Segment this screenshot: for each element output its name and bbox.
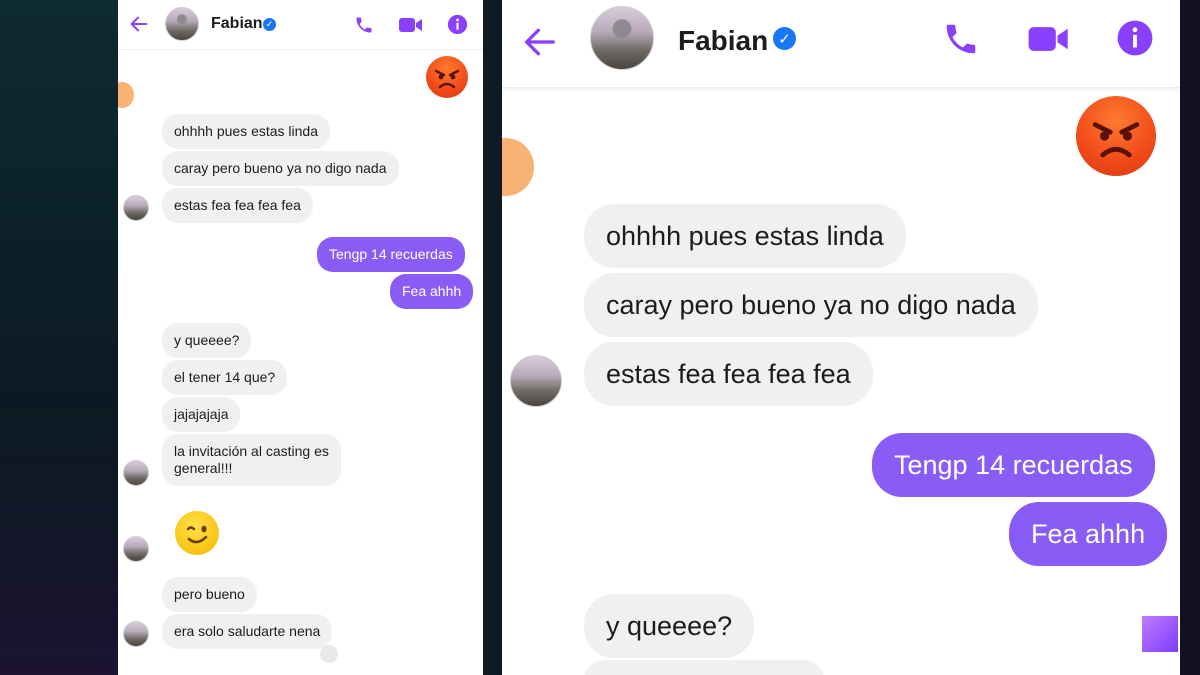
chat-screenshot-zoomed: Fabian ✓ ohhhh pues estas linda caray pe…: [502, 0, 1180, 675]
background-right: [1180, 0, 1200, 675]
info-icon[interactable]: [447, 14, 468, 40]
message-bubble: y queeee?: [584, 594, 755, 658]
phone-icon[interactable]: [354, 15, 374, 40]
contact-name[interactable]: Fabian: [678, 25, 768, 57]
avatar[interactable]: [165, 7, 199, 41]
message-bubble: pero bueno: [162, 577, 257, 612]
cropped-avatar: [502, 138, 534, 196]
phone-icon[interactable]: [942, 20, 980, 63]
message-bubble: era solo saludarte nena: [162, 614, 333, 649]
message-line: la invitación al casting es: [174, 443, 329, 459]
avatar: [123, 621, 149, 647]
verified-badge-icon: ✓: [263, 18, 276, 31]
angry-emoji-icon: [426, 56, 468, 98]
chat-screenshot-left: Fabian ✓ ohhhh pues estas linda caray pe…: [118, 0, 483, 675]
verified-badge-icon: ✓: [773, 27, 796, 50]
add-reaction-icon[interactable]: [320, 645, 338, 663]
message-bubble-outgoing: Fea ahhh: [1009, 502, 1168, 566]
message-bubble: ohhhh pues estas linda: [584, 204, 906, 268]
wink-emoji-icon: [175, 511, 219, 555]
avatar[interactable]: [590, 6, 654, 70]
message-bubble: caray pero bueno ya no digo nada: [162, 151, 399, 186]
chat-header: Fabian ✓: [502, 0, 1180, 88]
message-bubble: el tener 14 que?: [162, 360, 288, 395]
message-bubble: la invitación al casting es general!!!: [162, 434, 341, 486]
background-gap: [483, 0, 502, 675]
message-bubble-outgoing: Fea ahhh: [390, 274, 474, 309]
message-bubble: estas fea fea fea fea: [162, 188, 313, 223]
back-arrow-icon[interactable]: [520, 22, 560, 67]
avatar: [123, 460, 149, 486]
message-bubble-outgoing: Tengp 14 recuerdas: [872, 433, 1155, 497]
contact-name[interactable]: Fabian: [211, 15, 263, 33]
angry-emoji-icon: [1076, 96, 1156, 176]
message-bubble-partial: [584, 660, 824, 675]
background-left: [0, 0, 118, 675]
message-line: general!!!: [174, 460, 233, 476]
video-call-icon[interactable]: [1026, 22, 1072, 61]
video-call-icon[interactable]: [398, 15, 424, 40]
message-bubble: y queeee?: [162, 323, 252, 358]
avatar: [123, 536, 149, 562]
chat-header: Fabian ✓: [118, 0, 483, 50]
message-bubble: estas fea fea fea fea: [584, 342, 873, 406]
back-arrow-icon[interactable]: [128, 13, 150, 40]
info-icon[interactable]: [1116, 19, 1154, 62]
avatar: [510, 355, 562, 407]
message-bubble: caray pero bueno ya no digo nada: [584, 273, 1038, 337]
message-bubble: jajajajaja: [162, 397, 241, 432]
cropped-avatar: [118, 82, 134, 108]
message-bubble-outgoing: Tengp 14 recuerdas: [317, 237, 465, 272]
avatar: [123, 195, 149, 221]
message-bubble: ohhhh pues estas linda: [162, 114, 330, 149]
watermark-logo: [1142, 616, 1178, 652]
